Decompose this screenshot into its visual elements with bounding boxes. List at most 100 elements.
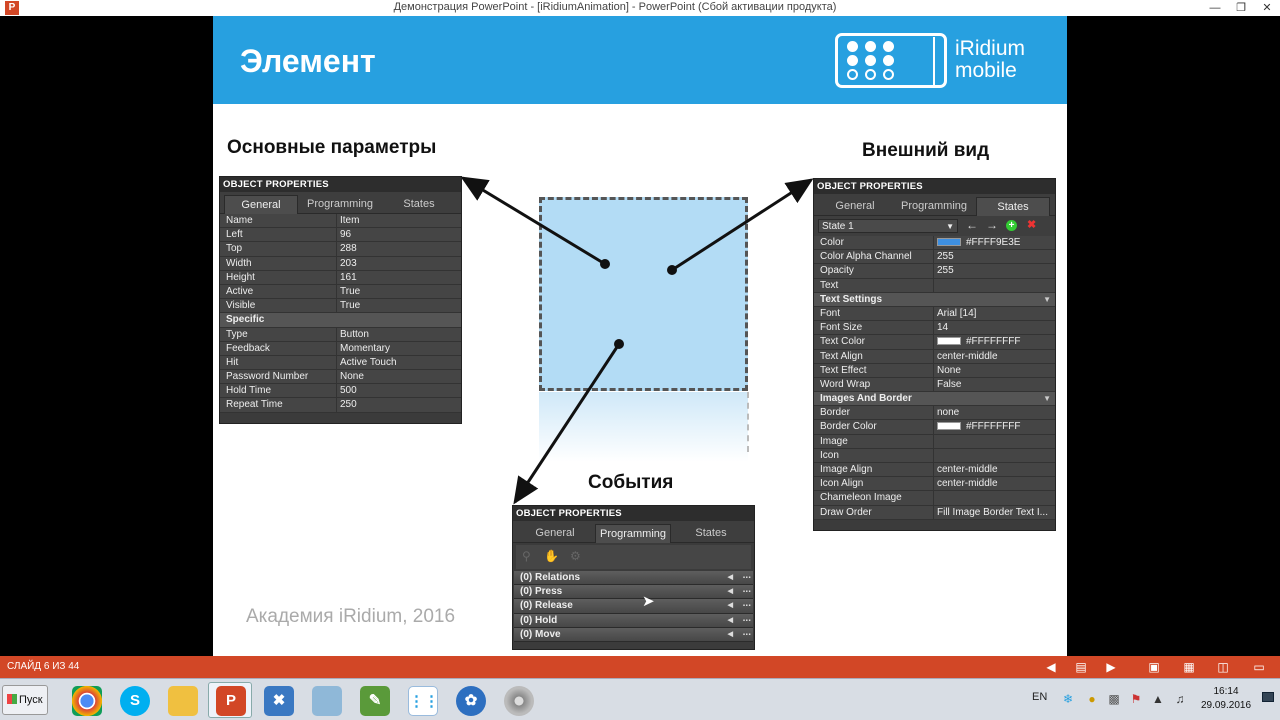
property-row[interactable]: Color Alpha Channel 255: [814, 250, 1055, 265]
property-value[interactable]: Item: [336, 214, 359, 228]
property-value[interactable]: Fill Image Border Text I...: [933, 505, 1048, 520]
taskbar-powerpoint[interactable]: P: [208, 682, 252, 718]
property-value[interactable]: none: [933, 406, 959, 421]
slide-sorter-icon[interactable]: ▦: [1178, 659, 1200, 675]
taskbar-app[interactable]: [304, 682, 348, 718]
property-value[interactable]: None: [336, 370, 364, 385]
delete-state-icon[interactable]: ✖: [1027, 218, 1036, 231]
property-value[interactable]: [933, 491, 937, 506]
event-row[interactable]: (0) Release ◀...: [514, 597, 753, 614]
next-slide-icon[interactable]: ▶: [1100, 659, 1122, 675]
more-button[interactable]: ...: [743, 583, 751, 597]
normal-view-icon[interactable]: ▣: [1143, 659, 1165, 675]
event-row[interactable]: (0) Relations ◀...: [514, 569, 753, 586]
property-row[interactable]: Draw Order Fill Image Border Text I...: [814, 505, 1055, 520]
taskbar-chrome[interactable]: [64, 682, 108, 718]
property-row[interactable]: Height 161: [220, 270, 461, 285]
tab-general[interactable]: General: [818, 197, 892, 216]
property-row[interactable]: Font Arial [14]: [814, 306, 1055, 322]
slide-menu-icon[interactable]: ▤: [1070, 659, 1092, 675]
property-row[interactable]: Hold Time 500: [220, 384, 461, 399]
more-button[interactable]: ...: [743, 569, 751, 583]
property-value[interactable]: None: [933, 363, 961, 378]
property-value[interactable]: 14: [933, 321, 948, 336]
property-row[interactable]: Chameleon Image: [814, 491, 1055, 506]
hand-icon[interactable]: ✋: [544, 549, 559, 563]
property-row[interactable]: Border Color #FFFFFFFF: [814, 420, 1055, 435]
property-row[interactable]: Word Wrap False: [814, 377, 1055, 393]
property-row[interactable]: Icon Align center-middle: [814, 477, 1055, 492]
property-value[interactable]: Button: [336, 327, 369, 342]
property-row[interactable]: Text Effect None: [814, 363, 1055, 378]
property-value[interactable]: 203: [336, 256, 357, 271]
property-row[interactable]: Image: [814, 434, 1055, 449]
property-row[interactable]: Repeat Time 250: [220, 398, 461, 413]
security-icon[interactable]: ⚑: [1128, 691, 1144, 707]
property-row[interactable]: Hit Active Touch: [220, 355, 461, 371]
collapse-icon[interactable]: ▼: [1043, 392, 1051, 406]
property-value[interactable]: Arial [14]: [933, 306, 976, 321]
taskbar-tools[interactable]: ✖: [256, 682, 300, 718]
property-row[interactable]: Image Align center-middle: [814, 463, 1055, 478]
restore-button[interactable]: ❐: [1228, 0, 1254, 16]
property-value[interactable]: center-middle: [933, 349, 998, 364]
snowflake-icon[interactable]: ❄: [1060, 691, 1076, 707]
tab-states[interactable]: States: [382, 195, 456, 214]
clock[interactable]: 16:14 29.09.2016: [1196, 685, 1256, 713]
property-row[interactable]: Name Item: [220, 214, 461, 229]
property-row[interactable]: Top 288: [220, 242, 461, 257]
property-value[interactable]: #FFFFFFFF: [933, 335, 1020, 350]
previous-slide-icon[interactable]: ◀: [1040, 659, 1062, 675]
caret-left-icon[interactable]: ◀: [728, 599, 733, 613]
caret-left-icon[interactable]: ◀: [728, 571, 733, 585]
start-button[interactable]: Пуск: [2, 685, 48, 715]
property-value[interactable]: 250: [336, 398, 357, 413]
property-value[interactable]: 288: [336, 242, 357, 257]
property-row[interactable]: Color #FFFF9E3E: [814, 236, 1055, 251]
lightbulb-icon[interactable]: ⚲: [522, 549, 531, 563]
property-value[interactable]: 96: [336, 228, 351, 243]
taskbar-skype[interactable]: S: [112, 682, 156, 718]
property-row[interactable]: Text Color #FFFFFFFF: [814, 335, 1055, 350]
close-button[interactable]: ✕: [1254, 0, 1280, 16]
caret-left-icon[interactable]: ◀: [728, 614, 733, 628]
tab-programming[interactable]: Programming: [595, 524, 671, 543]
taskbar-explorer[interactable]: [160, 682, 204, 718]
property-row[interactable]: Font Size 14: [814, 321, 1055, 336]
volume-icon[interactable]: ♫: [1172, 691, 1188, 707]
property-value[interactable]: center-middle: [933, 463, 998, 477]
more-button[interactable]: ...: [743, 597, 751, 611]
property-value[interactable]: 255: [933, 264, 954, 279]
show-desktop-icon[interactable]: [1262, 692, 1274, 702]
tray-device-icon[interactable]: ▩: [1106, 691, 1122, 707]
taskbar-iridium[interactable]: ⋮⋮: [400, 682, 444, 718]
event-row[interactable]: (0) Move ◀...: [514, 627, 753, 642]
property-value[interactable]: 500: [336, 384, 357, 399]
property-row[interactable]: Width 203: [220, 256, 461, 271]
collapse-icon[interactable]: ▼: [1043, 293, 1051, 307]
property-value[interactable]: 255: [933, 250, 954, 265]
property-row[interactable]: Icon: [814, 448, 1055, 463]
property-row[interactable]: Left 96: [220, 228, 461, 243]
property-value[interactable]: #FFFF9E3E: [933, 236, 1020, 250]
tab-states[interactable]: States: [976, 197, 1050, 216]
tab-programming[interactable]: Programming: [300, 195, 380, 214]
reading-view-icon[interactable]: ◫: [1212, 659, 1234, 675]
property-value[interactable]: 161: [336, 270, 357, 285]
arrow-right-icon[interactable]: →: [986, 218, 998, 232]
property-value[interactable]: [933, 434, 937, 449]
tab-programming[interactable]: Programming: [894, 197, 974, 216]
caret-left-icon[interactable]: ◀: [728, 628, 733, 642]
event-row[interactable]: (0) Hold ◀...: [514, 613, 753, 628]
caret-left-icon[interactable]: ◀: [728, 585, 733, 599]
slideshow-icon[interactable]: ▭: [1248, 659, 1270, 675]
property-row[interactable]: Password Number None: [220, 370, 461, 385]
tab-states[interactable]: States: [673, 524, 749, 543]
gear-icon[interactable]: ⚙: [570, 549, 581, 563]
property-value[interactable]: #FFFFFFFF: [933, 420, 1020, 435]
property-value[interactable]: True: [336, 284, 360, 299]
tray-app-icon[interactable]: ●: [1084, 691, 1100, 707]
property-row[interactable]: Visible True: [220, 299, 461, 314]
property-row[interactable]: Active True: [220, 284, 461, 300]
state-select[interactable]: State 1 ▼: [818, 219, 958, 233]
